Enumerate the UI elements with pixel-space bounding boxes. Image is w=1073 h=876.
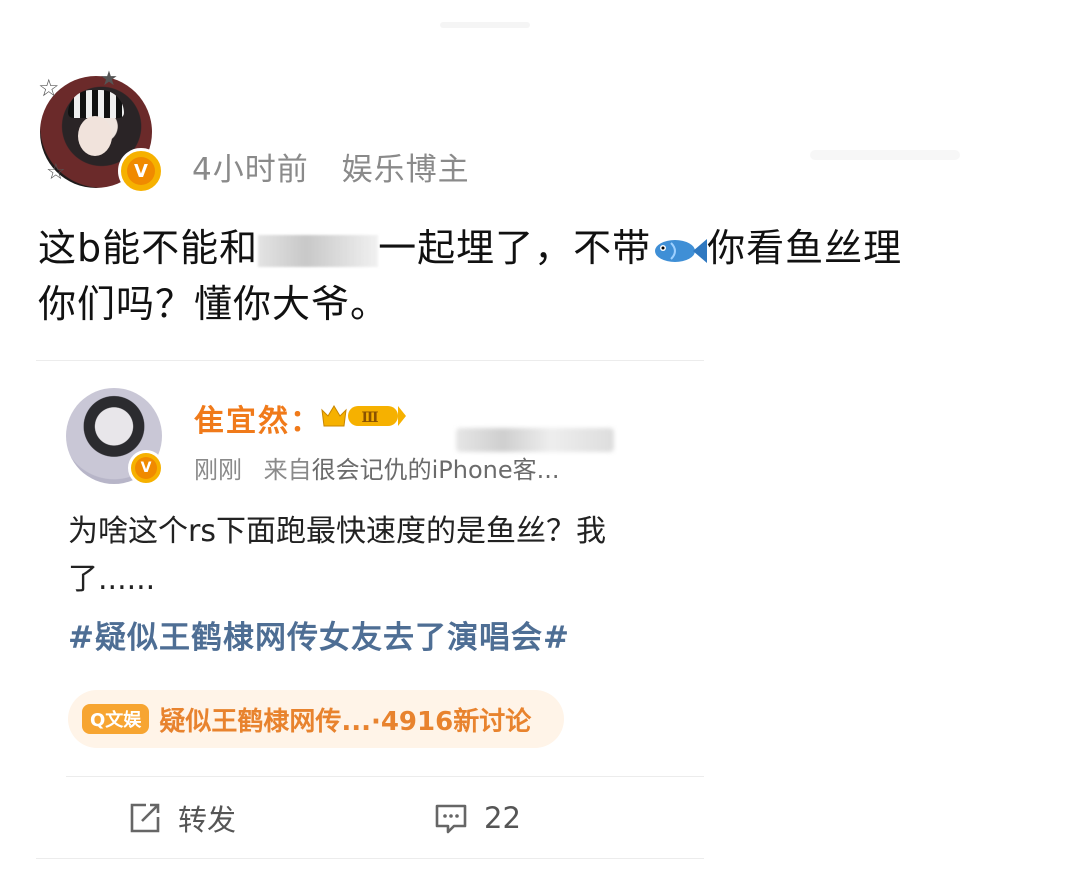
redacted-area [456, 428, 614, 452]
faded-element [810, 150, 960, 160]
retweet-username[interactable]: 隹宜然： [194, 396, 322, 440]
repost-button[interactable]: 转发 [128, 796, 236, 840]
repost-label: 转发 [178, 803, 237, 837]
star-decoration-icon: ★ [100, 66, 118, 90]
star-decoration-icon: ☆ [46, 160, 66, 185]
retweet-meta: 刚刚 来自很会记仇的iPhone客... [194, 450, 560, 485]
topic-title: 疑似王鹤棣网传... [159, 706, 371, 737]
avatar-hat [68, 90, 124, 118]
repost-icon [130, 803, 160, 833]
post-text-segment: 这b能不能和 [38, 226, 259, 270]
comment-count: 22 [484, 801, 521, 835]
fish-emoji-icon [655, 238, 708, 263]
badge-level: Ⅲ [361, 410, 378, 426]
topic-card[interactable]: Q文娱 疑似王鹤棣网传...·4916新讨论 [68, 690, 564, 748]
divider [36, 360, 704, 361]
star-decoration-icon: ☆ [38, 74, 60, 102]
divider [36, 858, 704, 859]
post-meta: 4小时前 娱乐博主 [192, 144, 492, 189]
redacted-name [258, 234, 379, 267]
source-device: 很会记仇的iPhone客... [311, 456, 560, 484]
post-text-line2: 你们吗？懂你大爷。 [38, 282, 390, 326]
topic-stats: ·4916新讨论 [370, 706, 532, 737]
verified-badge-icon: V [128, 450, 164, 486]
topic-category-tag: Q文娱 [82, 704, 150, 734]
retweet-text-line2: 了...... [68, 562, 156, 597]
topic-text: 疑似王鹤棣网传...·4916新讨论 [159, 701, 531, 738]
avatar-face [78, 116, 112, 156]
author-avatar[interactable]: ★ ☆ ☆ V [38, 68, 164, 194]
post-time: 4小时前 [192, 152, 309, 188]
hashtag-link[interactable]: #疑似王鹤棣网传女友去了演唱会# [68, 612, 570, 657]
post-text-segment: 你看鱼丝理 [707, 226, 903, 270]
weibo-post-screenshot: ★ ☆ ☆ V 4小时前 娱乐博主 这b能不能和 一起埋了，不带 你看鱼丝理 你们… [0, 0, 1073, 876]
fan-level-badge-icon: Ⅲ [321, 405, 406, 427]
retweet-author-avatar[interactable]: V [66, 388, 166, 488]
post-text-segment: 一起埋了，不带 [378, 226, 652, 270]
top-indicator [440, 22, 530, 28]
divider [66, 776, 704, 777]
source-prefix: 来自 [263, 456, 312, 484]
comment-icon [435, 804, 467, 834]
author-category: 娱乐博主 [341, 152, 470, 188]
post-body: 这b能不能和 一起埋了，不带 你看鱼丝理 你们吗？懂你大爷。 [38, 220, 1048, 332]
retweet-time: 刚刚 [194, 456, 242, 484]
verified-badge-icon: V [118, 148, 164, 194]
comment-button[interactable]: 22 [434, 796, 521, 840]
retweet-body: 为啥这个rs下面跑最快速度的是鱼丝？我 了...... [68, 508, 704, 608]
retweet-text: 为啥这个rs下面跑最快速度的是鱼丝？我 [68, 514, 606, 549]
